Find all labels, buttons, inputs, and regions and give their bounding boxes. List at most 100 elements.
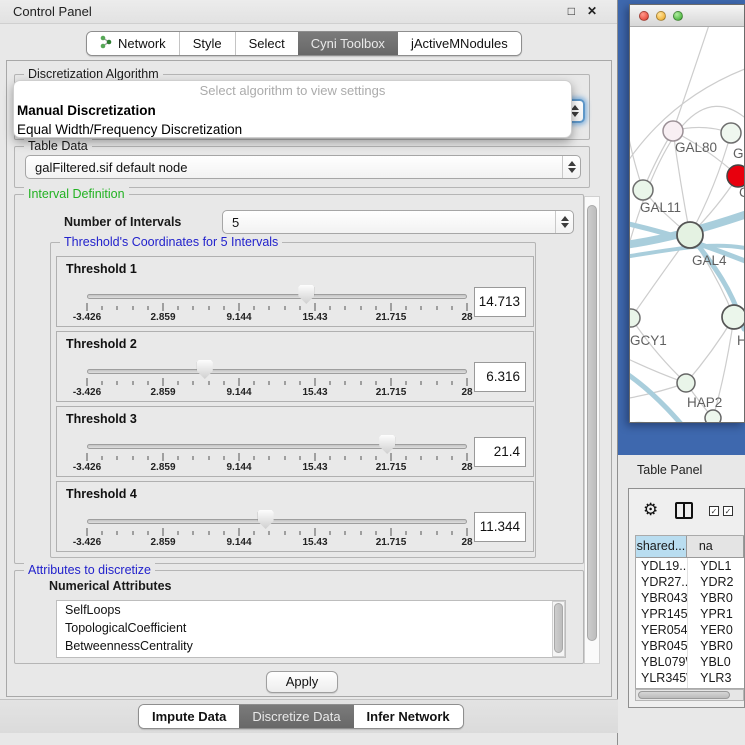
slider-track[interactable] xyxy=(87,444,467,449)
numerical-attributes-list[interactable]: SelfLoopsTopologicalCoefficientBetweenne… xyxy=(56,600,566,658)
node-label: G. xyxy=(733,146,744,161)
float-window-icon[interactable]: □ xyxy=(568,4,575,18)
slider-thumb[interactable] xyxy=(258,510,274,529)
node-green-top-right[interactable] xyxy=(721,123,741,143)
slider-thumb[interactable] xyxy=(298,285,314,304)
gear-icon[interactable]: ⚙ xyxy=(643,500,658,520)
list-item[interactable]: SelfLoops xyxy=(57,601,565,619)
threshold-value-field[interactable]: 6.316 xyxy=(474,362,526,392)
threshold-value-field[interactable]: 11.344 xyxy=(474,512,526,542)
tab-jactivemnodules[interactable]: jActiveMNodules xyxy=(398,32,521,55)
panel-title: Control Panel xyxy=(13,4,92,19)
threshold-panel-4: Threshold 4 -3.4262.8599.14415.4321.7152… xyxy=(56,481,534,552)
node-label: H xyxy=(737,333,744,348)
node-label: GAL80 xyxy=(675,140,717,155)
table-rows: YDL19...YDL1YDR27...YDR2YBR043CYBR0YPR14… xyxy=(636,558,744,689)
column-layout-icon[interactable] xyxy=(675,502,693,519)
table-row[interactable]: YLR345WYLR3 xyxy=(636,670,744,686)
network-view-window: GAL80 G. GAL11 C GAL4 GCY1 H HAP2 xyxy=(629,4,745,423)
group-title: Attributes to discretize xyxy=(24,563,155,577)
tab-label: Infer Network xyxy=(367,709,450,724)
combo-value: 5 xyxy=(232,215,239,230)
threshold-slider[interactable]: -3.4262.8599.14415.4321.71528 xyxy=(87,332,467,401)
node-h[interactable] xyxy=(722,305,744,329)
tab-style[interactable]: Style xyxy=(179,32,235,55)
combo-stepper-icon[interactable] xyxy=(555,211,573,233)
slider-ticks xyxy=(87,378,467,387)
group-title: Threshold's Coordinates for 5 Intervals xyxy=(60,235,282,249)
combo-stepper-icon[interactable] xyxy=(562,156,580,178)
column-header-shared-name[interactable]: shared... xyxy=(636,536,687,557)
threshold-slider[interactable]: -3.4262.8599.14415.4321.71528 xyxy=(87,482,467,551)
slider-track[interactable] xyxy=(87,519,467,524)
tab-network[interactable]: Network xyxy=(87,32,179,55)
control-panel-tabbar: Network Style Select Cyni Toolbox jActiv… xyxy=(86,31,522,56)
num-intervals-combobox[interactable]: 5 xyxy=(222,210,574,234)
slider-scale-labels: -3.4262.8599.14415.4321.71528 xyxy=(87,312,467,324)
network-window-titlebar[interactable] xyxy=(630,5,744,27)
threshold-value-field[interactable]: 14.713 xyxy=(474,287,526,317)
tab-label: Select xyxy=(249,36,285,51)
list-scrollbar[interactable] xyxy=(552,601,565,657)
table-panel-region: Table Panel ⚙ ✓ ✓ shared... na YDL19...Y… xyxy=(618,455,745,745)
threshold-slider[interactable]: -3.4262.8599.14415.4321.71528 xyxy=(87,257,467,326)
threshold-panel-2: Threshold 2 -3.4262.8599.14415.4321.7152… xyxy=(56,331,534,402)
list-item[interactable]: BetweennessCentrality xyxy=(57,637,565,655)
node-label: GAL4 xyxy=(692,253,727,268)
table-row[interactable]: YER054CYER0 xyxy=(636,622,744,638)
table-row[interactable]: YBL079WYBL0 xyxy=(636,654,744,670)
close-icon[interactable]: ✕ xyxy=(587,4,597,18)
slider-ticks xyxy=(87,303,467,312)
slider-thumb[interactable] xyxy=(379,435,395,454)
node-label: HAP2 xyxy=(687,395,722,410)
popup-option-equal-width-frequency[interactable]: Equal Width/Frequency Discretization xyxy=(14,120,571,138)
node-gcy1[interactable] xyxy=(630,309,640,327)
tab-impute-data[interactable]: Impute Data xyxy=(139,705,239,728)
table-row[interactable]: YPR145WYPR1 xyxy=(636,606,744,622)
slider-thumb[interactable] xyxy=(197,360,213,379)
zoom-traffic-light-icon[interactable] xyxy=(673,11,683,21)
tab-label: Style xyxy=(193,36,222,51)
tab-cyni-toolbox[interactable]: Cyni Toolbox xyxy=(298,32,398,55)
table-data-group: Table Data galFiltered.sif default node xyxy=(14,146,590,188)
tab-select[interactable]: Select xyxy=(235,32,298,55)
node-hap2[interactable] xyxy=(677,374,695,392)
tab-infer-network[interactable]: Infer Network xyxy=(354,705,463,728)
checkbox-icon[interactable]: ✓ xyxy=(709,506,719,516)
tab-discretize-data[interactable]: Discretize Data xyxy=(239,705,353,728)
group-title: Table Data xyxy=(24,139,92,153)
slider-track[interactable] xyxy=(87,369,467,374)
slider-track[interactable] xyxy=(87,294,467,299)
table-row[interactable]: YDL19...YDL1 xyxy=(636,558,744,574)
node-bottom-partial[interactable] xyxy=(705,410,721,422)
threshold-slider[interactable]: -3.4262.8599.14415.4321.71528 xyxy=(87,407,467,476)
table-panel-title: Table Panel xyxy=(637,463,702,477)
panel-scrollbar[interactable] xyxy=(584,196,600,664)
node-gal4[interactable] xyxy=(677,222,703,248)
slider-scale-labels: -3.4262.8599.14415.4321.71528 xyxy=(87,387,467,399)
popup-placeholder: Select algorithm to view settings xyxy=(14,81,571,101)
table-row[interactable]: YDR27...YDR2 xyxy=(636,574,744,590)
table-horizontal-scrollbar[interactable] xyxy=(635,689,744,701)
table-panel-window: ⚙ ✓ ✓ shared... na YDL19...YDL1YDR27...Y… xyxy=(628,488,745,708)
apply-button[interactable]: Apply xyxy=(266,671,338,693)
threshold-value-field[interactable]: 21.4 xyxy=(474,437,526,467)
threshold-panel-3: Threshold 3 -3.4262.8599.14415.4321.7152… xyxy=(56,406,534,477)
bottom-tabbar: Impute Data Discretize Data Infer Networ… xyxy=(138,704,464,729)
node-red-selected[interactable] xyxy=(727,165,744,187)
table-row[interactable]: YBR045CYBR0 xyxy=(636,638,744,654)
list-item[interactable]: TopologicalCoefficient xyxy=(57,619,565,637)
node-gal80[interactable] xyxy=(663,121,683,141)
checkbox-icon[interactable]: ✓ xyxy=(723,506,733,516)
table-row[interactable]: YBR043CYBR0 xyxy=(636,590,744,606)
minimize-traffic-light-icon[interactable] xyxy=(656,11,666,21)
slider-ticks xyxy=(87,528,467,537)
column-header-name[interactable]: na xyxy=(687,536,744,557)
close-traffic-light-icon[interactable] xyxy=(639,11,649,21)
node-gal11[interactable] xyxy=(633,180,653,200)
table-data-combobox[interactable]: galFiltered.sif default node xyxy=(25,155,581,179)
table-header-row: shared... na xyxy=(636,536,744,558)
network-canvas[interactable]: GAL80 G. GAL11 C GAL4 GCY1 H HAP2 xyxy=(630,27,744,422)
popup-option-manual-discretization[interactable]: Manual Discretization xyxy=(14,101,571,120)
node-label: GCY1 xyxy=(630,333,667,348)
